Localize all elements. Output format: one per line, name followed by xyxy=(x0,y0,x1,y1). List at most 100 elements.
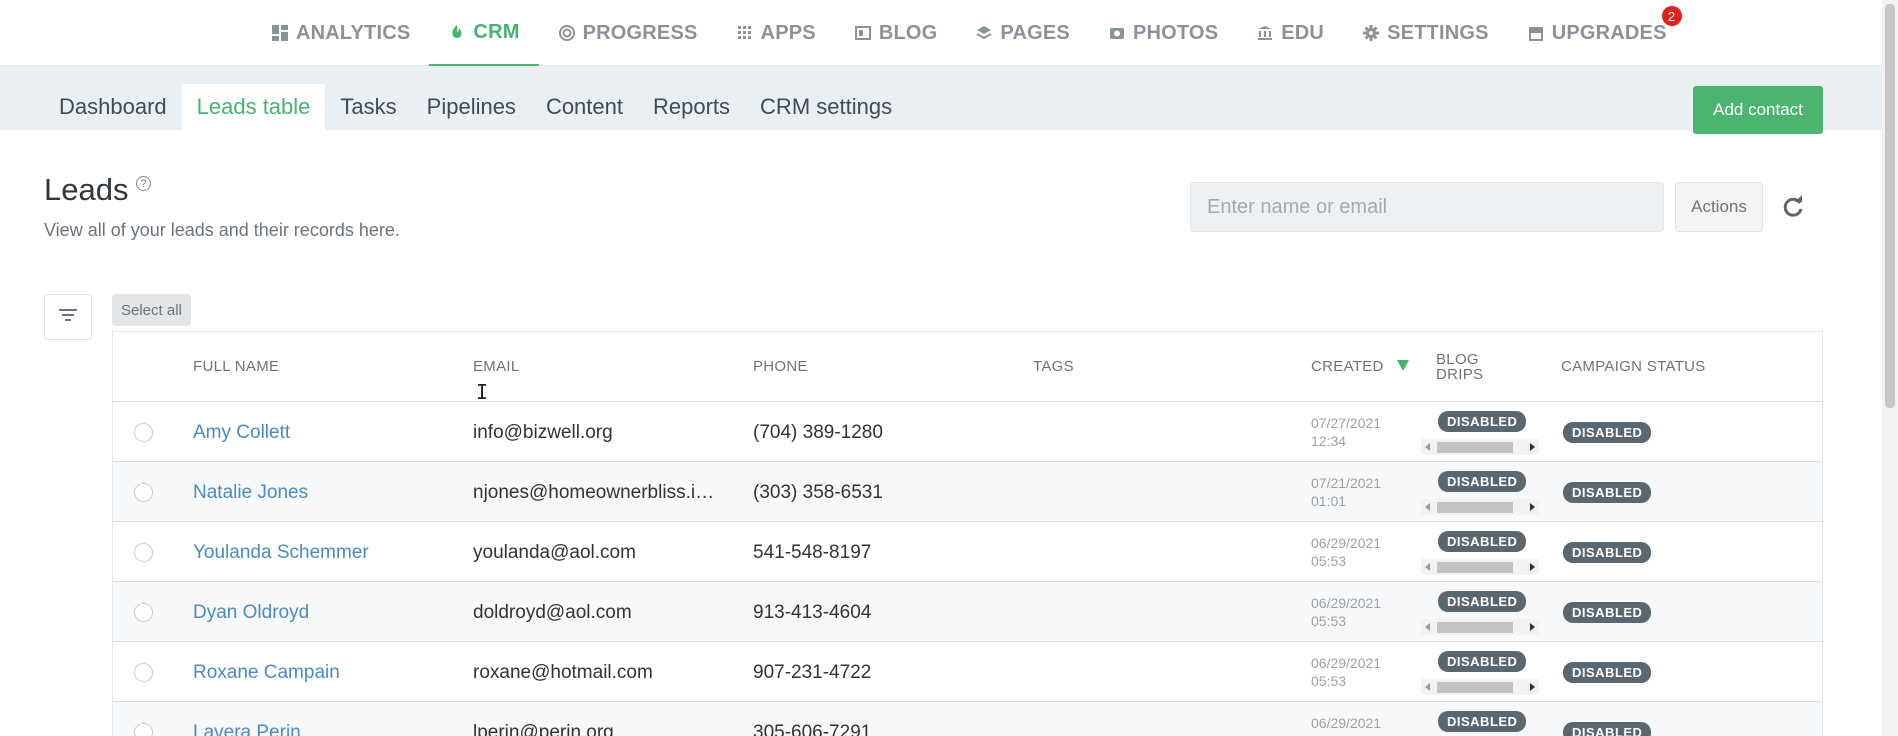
scroll-left-icon[interactable] xyxy=(1425,443,1430,451)
scroll-left-icon[interactable] xyxy=(1425,683,1430,691)
lead-name-link[interactable]: Lavera Perin xyxy=(193,722,453,736)
topnav-analytics[interactable]: ANALYTICS xyxy=(252,0,429,66)
scroll-right-icon[interactable] xyxy=(1530,623,1535,631)
topnav-pages[interactable]: PAGES xyxy=(956,0,1089,66)
help-icon[interactable]: ? xyxy=(136,176,151,191)
lead-name-link[interactable]: Youlanda Schemmer xyxy=(193,542,453,564)
scroll-left-icon[interactable] xyxy=(1425,563,1430,571)
tab-content[interactable]: Content xyxy=(531,84,638,130)
add-contact-button[interactable]: Add contact xyxy=(1693,86,1823,134)
topnav-progress[interactable]: PROGRESS xyxy=(539,0,717,66)
created-date: 06/29/2021 xyxy=(1311,655,1382,671)
topnav-upgrades[interactable]: UPGRADES 2 xyxy=(1508,0,1686,66)
table-row[interactable]: Natalie Jones njones@homeownerbliss.in...… xyxy=(113,462,1822,522)
column-phone[interactable]: PHONE xyxy=(753,358,808,375)
row-select-radio[interactable] xyxy=(134,543,153,562)
sort-desc-icon[interactable] xyxy=(1397,360,1409,371)
select-all-button[interactable]: Select all xyxy=(112,294,191,326)
cell-horizontal-scrollbar[interactable] xyxy=(1421,619,1539,635)
topnav-crm[interactable]: CRM xyxy=(429,0,539,66)
topnav-apps[interactable]: APPS xyxy=(717,0,835,66)
edu-icon xyxy=(1256,24,1274,42)
created-time: 05:53 xyxy=(1311,553,1347,569)
table-row[interactable]: Lavera Perin lperin@perin.org 305-606-7291… xyxy=(113,702,1822,736)
blog-drip-status-badge: DISABLED xyxy=(1438,591,1527,612)
campaign-status-badge: DISABLED xyxy=(1563,722,1652,736)
tab-dashboard[interactable]: Dashboard xyxy=(44,84,182,130)
lead-created: 06/29/2021 05:53 xyxy=(1311,654,1411,690)
row-select-radio[interactable] xyxy=(134,723,153,736)
refresh-icon[interactable] xyxy=(1780,194,1806,220)
scroll-right-icon[interactable] xyxy=(1530,443,1535,451)
scroll-right-icon[interactable] xyxy=(1530,503,1535,511)
topnav-settings[interactable]: SETTINGS xyxy=(1343,0,1508,66)
topnav-edu[interactable]: EDU xyxy=(1237,0,1343,66)
cell-horizontal-scrollbar[interactable] xyxy=(1421,439,1539,455)
scrollbar-thumb[interactable] xyxy=(1437,622,1513,633)
notification-badge: 2 xyxy=(1661,6,1682,26)
lead-name-link[interactable]: Roxane Campain xyxy=(193,662,453,684)
column-created[interactable]: CREATED xyxy=(1311,358,1384,375)
table-row[interactable]: Roxane Campain roxane@hotmail.com 907-231-… xyxy=(113,642,1822,702)
topnav-blog[interactable]: BLOG xyxy=(835,0,957,66)
column-tags[interactable]: TAGS xyxy=(1033,358,1074,375)
cell-horizontal-scrollbar[interactable] xyxy=(1421,679,1539,695)
blog-drip-status-badge: DISABLED xyxy=(1438,711,1527,732)
scroll-left-icon[interactable] xyxy=(1425,623,1430,631)
scroll-left-icon[interactable] xyxy=(1425,503,1430,511)
campaign-status-badge: DISABLED xyxy=(1563,482,1652,503)
scrollbar-thumb[interactable] xyxy=(1437,502,1513,513)
tab-leads-table[interactable]: Leads table xyxy=(181,84,326,130)
created-date: 06/29/2021 xyxy=(1311,715,1382,731)
topnav-label: APPS xyxy=(760,21,816,44)
tab-tasks[interactable]: Tasks xyxy=(325,84,411,130)
row-select-radio[interactable] xyxy=(134,663,153,682)
table-row[interactable]: Dyan Oldroyd doldroyd@aol.com 913-413-4604… xyxy=(113,582,1822,642)
lead-email: doldroyd@aol.com xyxy=(473,602,632,623)
page-scrollbar-thumb[interactable] xyxy=(1885,4,1895,408)
scroll-right-icon[interactable] xyxy=(1530,563,1535,571)
filter-button[interactable] xyxy=(44,294,92,340)
lead-created: 06/29/2021 05:53 xyxy=(1311,594,1411,630)
search-input[interactable] xyxy=(1190,182,1664,232)
scroll-right-icon[interactable] xyxy=(1530,683,1535,691)
lead-created: 07/21/2021 01:01 xyxy=(1311,474,1411,510)
blog-drip-status-badge: DISABLED xyxy=(1438,411,1527,432)
created-time: 05:53 xyxy=(1311,613,1347,629)
topnav-label: UPGRADES xyxy=(1551,21,1667,44)
row-select-radio[interactable] xyxy=(134,483,153,502)
lead-name-link[interactable]: Natalie Jones xyxy=(193,482,453,504)
cell-horizontal-scrollbar[interactable] xyxy=(1421,559,1539,575)
text-cursor-icon: I xyxy=(476,380,489,404)
column-full-name[interactable]: FULL NAME xyxy=(193,358,279,375)
created-date: 06/29/2021 xyxy=(1311,535,1382,551)
tab-pipelines[interactable]: Pipelines xyxy=(412,84,531,130)
lead-phone: 907-231-4722 xyxy=(753,662,872,683)
lead-name-link[interactable]: Dyan Oldroyd xyxy=(193,602,453,624)
page-scrollbar[interactable] xyxy=(1882,0,1898,736)
column-blog-drips[interactable]: BLOG DRIPS xyxy=(1436,352,1506,382)
row-select-radio[interactable] xyxy=(134,603,153,622)
topnav-photos[interactable]: PHOTOS xyxy=(1089,0,1237,66)
gear-icon xyxy=(1362,24,1380,42)
lead-email: njones@homeownerbliss.in... xyxy=(473,482,715,503)
scrollbar-thumb[interactable] xyxy=(1437,442,1513,453)
cell-horizontal-scrollbar[interactable] xyxy=(1421,499,1539,515)
lead-name-link[interactable]: Amy Collett xyxy=(193,422,453,444)
tab-reports[interactable]: Reports xyxy=(638,84,745,130)
column-campaign-status[interactable]: CAMPAIGN STATUS xyxy=(1561,358,1706,375)
topnav-label: PHOTOS xyxy=(1132,21,1219,44)
topnav-label: CRM xyxy=(473,20,520,43)
table-row[interactable]: Amy Collett info@bizwell.org (704) 389-128… xyxy=(113,402,1822,462)
lead-email: lperin@perin.org xyxy=(473,722,614,736)
row-select-radio[interactable] xyxy=(134,423,153,442)
table-row[interactable]: Youlanda Schemmer youlanda@aol.com 541-548… xyxy=(113,522,1822,582)
top-nav-items: ANALYTICS CRM PROGRESS APPS BLOG PAGES P… xyxy=(252,0,1686,66)
column-email[interactable]: EMAIL xyxy=(473,358,520,375)
topnav-label: ANALYTICS xyxy=(296,21,411,44)
scrollbar-thumb[interactable] xyxy=(1437,682,1513,693)
tab-crm-settings[interactable]: CRM settings xyxy=(745,84,907,130)
actions-button[interactable]: Actions xyxy=(1675,182,1763,232)
lead-email: roxane@hotmail.com xyxy=(473,662,653,683)
scrollbar-thumb[interactable] xyxy=(1437,562,1513,573)
